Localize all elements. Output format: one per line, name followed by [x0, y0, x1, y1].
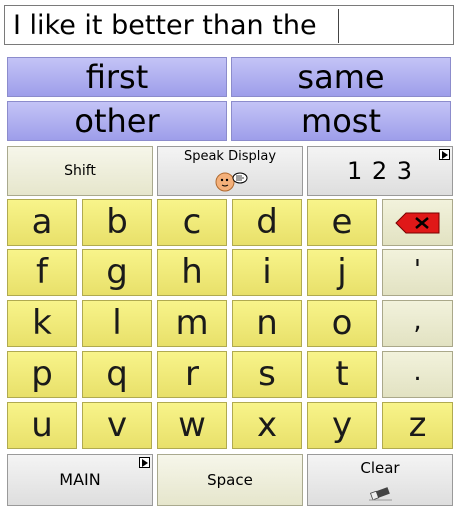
numbers-button[interactable]: 1 2 3 — [307, 146, 453, 196]
key-label: m — [175, 303, 209, 343]
speak-display-button[interactable]: Speak Display — [157, 146, 303, 196]
prediction-button-1[interactable]: first — [7, 57, 227, 97]
key-g[interactable]: g — [82, 249, 152, 296]
shift-button[interactable]: Shift — [7, 146, 153, 196]
prediction-label: most — [301, 102, 381, 140]
key-r[interactable]: r — [157, 351, 227, 398]
key-label: h — [181, 252, 203, 292]
key-y[interactable]: y — [307, 402, 377, 449]
key-z[interactable]: z — [382, 402, 453, 449]
page-flag-icon — [139, 457, 150, 468]
key-label: z — [408, 405, 427, 445]
key-i[interactable]: i — [232, 249, 302, 296]
key-label: l — [112, 303, 122, 343]
key-label: i — [262, 252, 272, 292]
key-label: a — [31, 202, 53, 242]
key-label: r — [185, 354, 199, 394]
message-text: I like it better than the — [13, 10, 317, 41]
key-label: t — [335, 354, 349, 394]
key-label: f — [36, 252, 48, 292]
key-label: b — [106, 202, 128, 242]
prediction-button-4[interactable]: most — [231, 101, 451, 141]
message-display[interactable]: I like it better than the — [4, 5, 454, 45]
prediction-label: other — [74, 102, 160, 140]
key-h[interactable]: h — [157, 249, 227, 296]
key-label: k — [32, 303, 52, 343]
key-comma[interactable]: , — [382, 300, 453, 347]
space-label: Space — [207, 471, 253, 489]
key-label: n — [256, 303, 278, 343]
key-s[interactable]: s — [232, 351, 302, 398]
numbers-label: 1 2 3 — [346, 157, 414, 185]
key-label: q — [106, 354, 128, 394]
prediction-button-2[interactable]: same — [231, 57, 451, 97]
key-o[interactable]: o — [307, 300, 377, 347]
key-f[interactable]: f — [7, 249, 77, 296]
key-label: s — [258, 354, 276, 394]
key-label: , — [413, 306, 422, 336]
key-x[interactable]: x — [232, 402, 302, 449]
key-label: o — [331, 303, 353, 343]
key-q[interactable]: q — [82, 351, 152, 398]
key-label: y — [331, 405, 353, 445]
prediction-label: same — [297, 58, 385, 96]
key-label: d — [256, 202, 278, 242]
key-a[interactable]: a — [7, 199, 77, 246]
key-e[interactable]: e — [307, 199, 377, 246]
key-label: p — [31, 354, 53, 394]
main-button[interactable]: MAIN — [7, 454, 153, 506]
key-p[interactable]: p — [7, 351, 77, 398]
prediction-button-3[interactable]: other — [7, 101, 227, 141]
clear-button[interactable]: Clear — [307, 454, 453, 506]
key-label: g — [106, 252, 128, 292]
key-label: ' — [413, 255, 422, 285]
main-label: MAIN — [59, 470, 101, 489]
key-label: c — [182, 202, 202, 242]
key-d[interactable]: d — [232, 199, 302, 246]
speaking-face-icon — [215, 172, 248, 192]
key-k[interactable]: k — [7, 300, 77, 347]
key-w[interactable]: w — [157, 402, 227, 449]
key-label: . — [413, 357, 422, 387]
key-u[interactable]: u — [7, 402, 77, 449]
key-label: u — [31, 405, 53, 445]
key-label: v — [106, 405, 128, 445]
key-b[interactable]: b — [82, 199, 152, 246]
space-button[interactable]: Space — [157, 454, 303, 506]
clear-label: Clear — [360, 459, 400, 477]
key-m[interactable]: m — [157, 300, 227, 347]
shift-label: Shift — [64, 163, 96, 179]
key-c[interactable]: c — [157, 199, 227, 246]
key-label: x — [256, 405, 278, 445]
backspace-icon — [395, 212, 440, 234]
page-flag-icon — [439, 149, 450, 160]
speak-display-label: Speak Display — [183, 149, 277, 164]
key-j[interactable]: j — [307, 249, 377, 296]
key-l[interactable]: l — [82, 300, 152, 347]
key-label: w — [178, 405, 206, 445]
backspace-button[interactable] — [382, 199, 453, 246]
text-caret — [338, 9, 339, 43]
key-apostrophe[interactable]: ' — [382, 249, 453, 296]
key-v[interactable]: v — [82, 402, 152, 449]
key-label: j — [337, 252, 347, 292]
prediction-label: first — [85, 58, 149, 96]
key-label: e — [331, 202, 353, 242]
key-period[interactable]: . — [382, 351, 453, 398]
eraser-icon — [369, 487, 392, 501]
key-t[interactable]: t — [307, 351, 377, 398]
key-n[interactable]: n — [232, 300, 302, 347]
